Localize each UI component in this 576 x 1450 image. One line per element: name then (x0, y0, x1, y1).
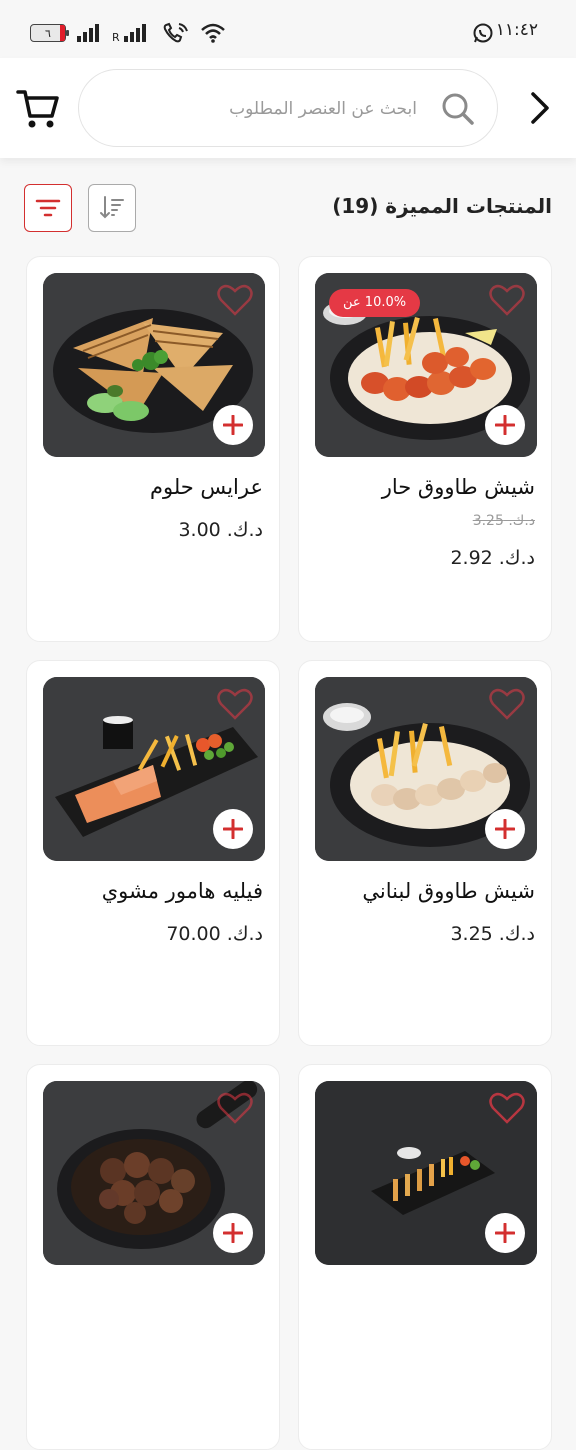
product-card[interactable] (298, 1064, 552, 1450)
heart-icon[interactable] (217, 283, 253, 317)
sort-icon (100, 196, 124, 219)
section-title: المنتجات المميزة (19) (332, 194, 552, 218)
product-name: فيليه هامور مشوي (101, 879, 263, 903)
plus-icon (223, 1223, 243, 1243)
product-card[interactable]: عرايس حلوم د.ك. 3.00 (26, 256, 280, 642)
filter-button[interactable] (24, 184, 72, 232)
plus-icon (495, 415, 515, 435)
search-bar[interactable] (78, 69, 498, 147)
status-left: ٦ R (30, 22, 226, 44)
chevron-right-icon (531, 92, 549, 124)
product-name: شيش طاووق حار (381, 475, 535, 499)
wifi-call-icon (163, 22, 188, 43)
svg-text:R: R (112, 31, 120, 43)
product-price: د.ك. 2.92 (450, 547, 535, 569)
whatsapp-icon (473, 23, 493, 43)
sort-button[interactable] (88, 184, 136, 232)
product-name: عرايس حلوم (149, 475, 263, 499)
add-to-cart-button[interactable] (485, 1213, 525, 1253)
heart-icon[interactable] (217, 1091, 253, 1125)
add-to-cart-button[interactable] (485, 809, 525, 849)
heart-icon[interactable] (217, 687, 253, 721)
product-card[interactable] (26, 1064, 280, 1450)
status-bar: ٦ R ١١:٤٢ (0, 0, 576, 60)
cart-button[interactable] (16, 88, 60, 130)
heart-icon[interactable] (489, 283, 525, 317)
product-old-price: د.ك. 3.25 (472, 513, 535, 529)
product-price: د.ك. 70.00 (166, 923, 263, 945)
plus-icon (495, 1223, 515, 1243)
add-to-cart-button[interactable] (213, 809, 253, 849)
product-image (43, 677, 265, 861)
add-to-cart-button[interactable] (485, 405, 525, 445)
list-toolbar: المنتجات المميزة (19) (0, 180, 576, 236)
product-card[interactable]: 10.0% عن شيش طاووق حار د.ك. 3.25 د.ك. 2.… (298, 256, 552, 642)
product-image (315, 1081, 537, 1265)
back-button[interactable] (524, 90, 554, 126)
app-header (0, 58, 576, 158)
discount-badge: 10.0% عن (329, 289, 421, 317)
plus-icon (223, 415, 243, 435)
heart-icon[interactable] (489, 1091, 525, 1125)
product-card[interactable]: فيليه هامور مشوي د.ك. 70.00 (26, 660, 280, 1046)
cart-icon (16, 90, 59, 128)
status-time: ١١:٤٢ (495, 20, 538, 40)
add-to-cart-button[interactable] (213, 1213, 253, 1253)
product-image (43, 1081, 265, 1265)
search-input[interactable] (99, 92, 417, 126)
product-image: 10.0% عن (315, 273, 537, 457)
battery-icon: ٦ (30, 24, 69, 42)
signal-roaming-icon: R (112, 24, 146, 43)
heart-icon[interactable] (489, 687, 525, 721)
add-to-cart-button[interactable] (213, 405, 253, 445)
filter-icon (35, 199, 61, 217)
product-image (315, 677, 537, 861)
wifi-icon (201, 23, 225, 43)
product-price: د.ك. 3.00 (178, 519, 263, 541)
product-name: شيش طاووق لبناني (362, 879, 535, 903)
signal-icon (77, 24, 99, 42)
product-card[interactable]: شيش طاووق لبناني د.ك. 3.25 (298, 660, 552, 1046)
plus-icon (223, 819, 243, 839)
product-image (43, 273, 265, 457)
search-icon (442, 93, 474, 125)
product-price: د.ك. 3.25 (450, 923, 535, 945)
plus-icon (495, 819, 515, 839)
